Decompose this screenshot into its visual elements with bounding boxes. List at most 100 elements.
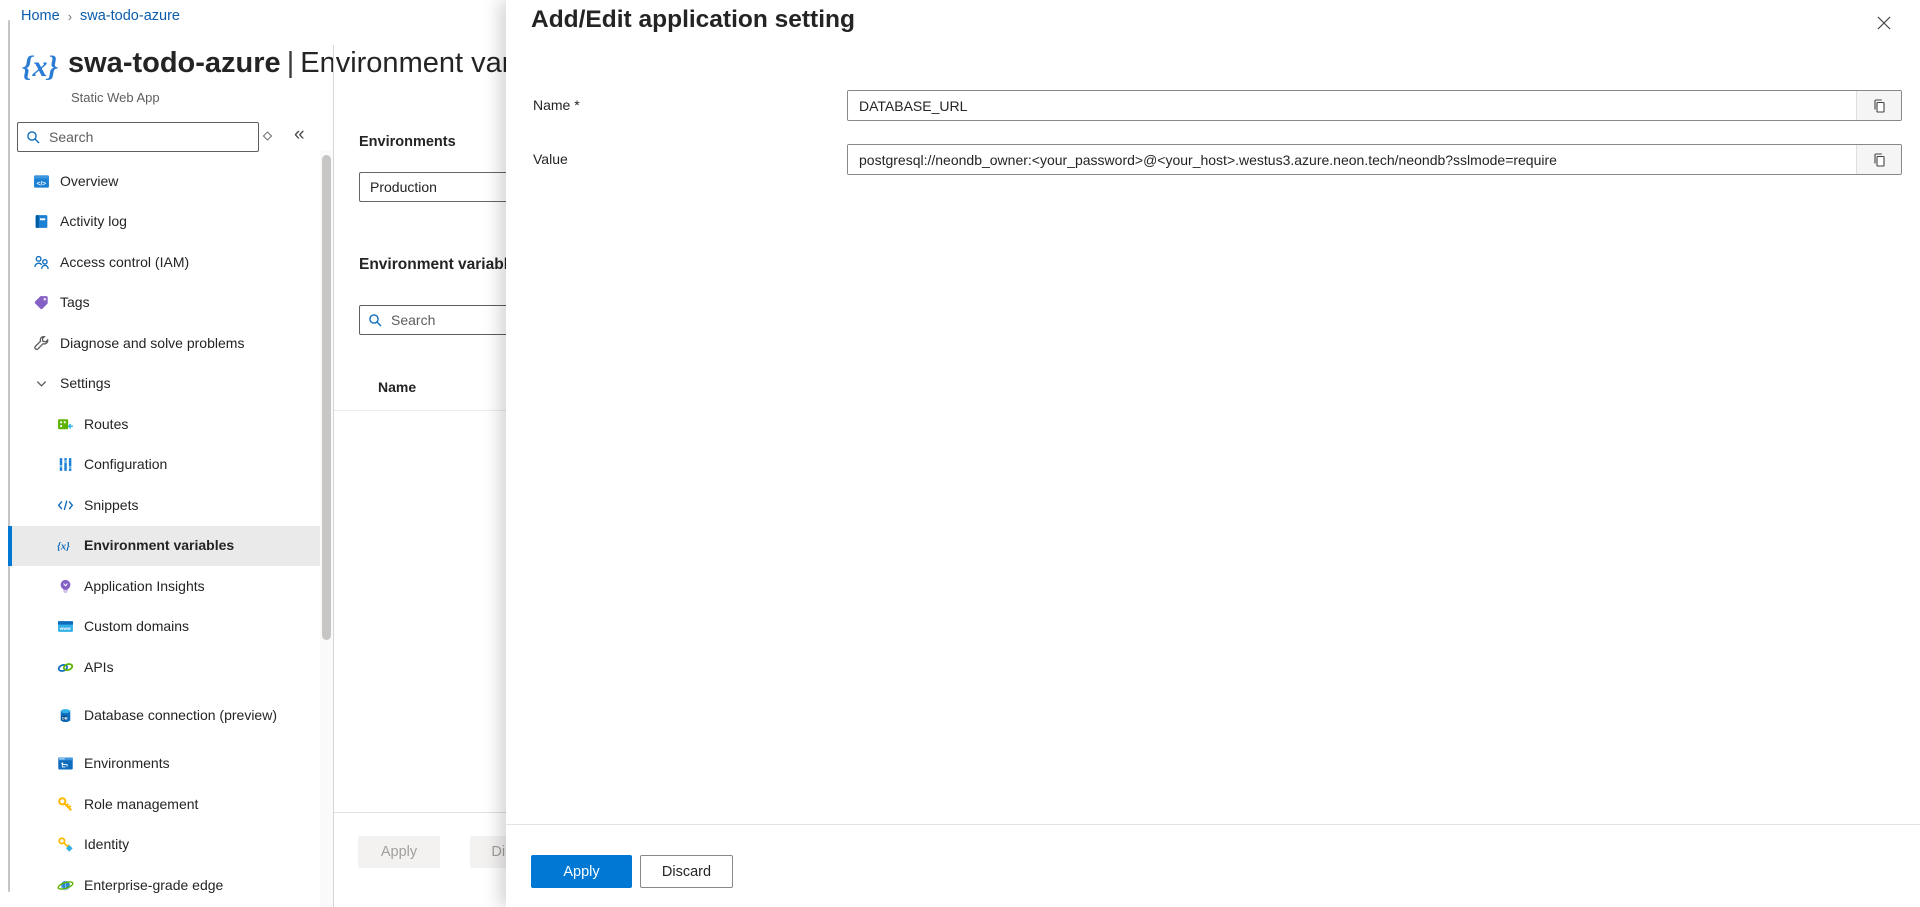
panel-apply-button[interactable]: Apply	[531, 855, 632, 888]
apis-icon	[57, 659, 74, 676]
svg-text:www: www	[59, 626, 71, 631]
sidebar-item-tags[interactable]: Tags	[8, 283, 320, 324]
sidebar-item-identity[interactable]: Identity	[8, 825, 320, 866]
sidebar-item-label: Access control (IAM)	[60, 254, 189, 272]
diagnose-icon	[33, 335, 50, 352]
snippets-icon	[57, 497, 74, 514]
sidebar-item-enterprise-grade-edge[interactable]: Enterprise-grade edge	[8, 865, 320, 906]
environments-label: Environments	[359, 134, 456, 150]
sidebar-item-label: Tags	[60, 294, 90, 312]
sidebar-item-label: Environment variables	[84, 537, 234, 555]
svg-text:{x}: {x}	[57, 541, 70, 553]
custom-domains-icon: www	[57, 618, 74, 635]
title-separator: |	[281, 47, 301, 79]
table-column-name: Name	[378, 379, 416, 395]
search-icon	[368, 313, 382, 327]
application-insights-icon	[57, 578, 74, 595]
sidebar-item-role-management[interactable]: Role management	[8, 784, 320, 825]
sidebar-item-label: Custom domains	[84, 618, 189, 636]
sidebar-item-label: Activity log	[60, 213, 127, 231]
sidebar-item-overview[interactable]: </> Overview	[8, 161, 320, 202]
resource-type-label: Static Web App	[71, 90, 160, 105]
sidebar-item-label: Identity	[84, 836, 129, 854]
sidebar-item-label: Application Insights	[84, 578, 205, 596]
double-chevron-left-icon[interactable]: «	[294, 124, 305, 146]
sidebar-item-label: APIs	[84, 659, 114, 677]
environments-icon	[57, 755, 74, 772]
sidebar-item-label: Database connection (preview)	[84, 707, 277, 725]
breadcrumb-home-link[interactable]: Home	[21, 8, 60, 24]
identity-icon	[57, 836, 74, 853]
sidebar-item-configuration[interactable]: Configuration	[8, 445, 320, 486]
sidebar-menu: </> Overview Activity log Access control…	[8, 161, 320, 906]
panel-discard-button[interactable]: Discard	[640, 855, 733, 888]
name-field-group	[847, 90, 1902, 121]
copy-name-button[interactable]	[1856, 91, 1901, 120]
enterprise-grade-edge-icon	[57, 877, 74, 894]
section-title: Environment variables	[359, 256, 525, 274]
sidebar-item-label: Configuration	[84, 456, 167, 474]
environment-variables-icon: {x}	[57, 537, 74, 554]
breadcrumb-separator-icon: ›	[68, 9, 72, 24]
value-field-input[interactable]	[848, 145, 1856, 174]
value-field-label: Value	[533, 151, 568, 167]
sidebar-search-input[interactable]	[47, 128, 250, 146]
copy-icon	[1871, 98, 1887, 114]
table-header-divider	[334, 410, 506, 411]
sidebar-item-database-connection[interactable]: DB Database connection (preview)	[8, 688, 320, 744]
svg-text:DB: DB	[62, 716, 68, 720]
sidebar-scrollbar-thumb[interactable]	[322, 155, 331, 640]
sidebar-item-label: Enterprise-grade edge	[84, 877, 223, 895]
panel-title: Add/Edit application setting	[531, 6, 855, 34]
breadcrumb-current-link[interactable]: swa-todo-azure	[80, 8, 180, 24]
chevron-down-icon	[33, 375, 50, 392]
sidebar-item-label: Snippets	[84, 497, 138, 515]
sidebar-item-label: Routes	[84, 416, 128, 434]
copy-icon	[1871, 152, 1887, 168]
overview-icon: </>	[33, 173, 50, 190]
sidebar-item-label: Environments	[84, 755, 170, 773]
environment-dropdown-value: Production	[370, 179, 437, 195]
search-icon	[26, 130, 40, 144]
role-management-icon	[57, 796, 74, 813]
value-field-group	[847, 144, 1902, 175]
database-connection-icon: DB	[57, 707, 74, 724]
blade-footer-divider	[334, 812, 506, 813]
sidebar-item-label: Settings	[60, 375, 111, 393]
copy-value-button[interactable]	[1856, 145, 1901, 174]
sidebar-item-label: Diagnose and solve problems	[60, 335, 244, 353]
sidebar-item-environments[interactable]: Environments	[8, 744, 320, 785]
access-control-icon	[33, 254, 50, 271]
configuration-icon	[57, 456, 74, 473]
resource-name: swa-todo-azure	[68, 47, 281, 79]
add-edit-setting-panel: Add/Edit application setting Name * Valu…	[506, 0, 1920, 907]
name-field-label: Name *	[533, 97, 580, 113]
sidebar-item-snippets[interactable]: Snippets	[8, 485, 320, 526]
sidebar-item-settings-group[interactable]: Settings	[8, 364, 320, 405]
activity-log-icon	[33, 213, 50, 230]
blade-divider	[333, 45, 334, 907]
apply-button-disabled[interactable]: Apply	[358, 836, 440, 868]
routes-icon	[57, 416, 74, 433]
sidebar-item-custom-domains[interactable]: www Custom domains	[8, 607, 320, 648]
close-icon	[1875, 14, 1893, 32]
sidebar-item-access-control[interactable]: Access control (IAM)	[8, 242, 320, 283]
close-button[interactable]	[1873, 12, 1895, 34]
panel-footer-divider	[506, 824, 1920, 825]
sidebar-search	[17, 122, 259, 152]
sidebar-item-label: Role management	[84, 796, 198, 814]
sidebar-item-label: Overview	[60, 173, 118, 191]
sidebar-item-apis[interactable]: APIs	[8, 647, 320, 688]
svg-text:</>: </>	[37, 180, 47, 187]
diamond-icon[interactable]	[262, 129, 273, 147]
breadcrumb: Home › swa-todo-azure	[21, 8, 180, 24]
curly-x-icon: {x}	[22, 50, 58, 84]
name-field-input[interactable]	[848, 91, 1856, 120]
sidebar-item-diagnose[interactable]: Diagnose and solve problems	[8, 323, 320, 364]
sidebar-item-application-insights[interactable]: Application Insights	[8, 566, 320, 607]
sidebar-item-environment-variables[interactable]: {x} Environment variables	[8, 526, 320, 567]
sidebar-item-activity-log[interactable]: Activity log	[8, 202, 320, 243]
tags-icon	[33, 294, 50, 311]
selected-indicator	[8, 526, 12, 567]
sidebar-item-routes[interactable]: Routes	[8, 404, 320, 445]
